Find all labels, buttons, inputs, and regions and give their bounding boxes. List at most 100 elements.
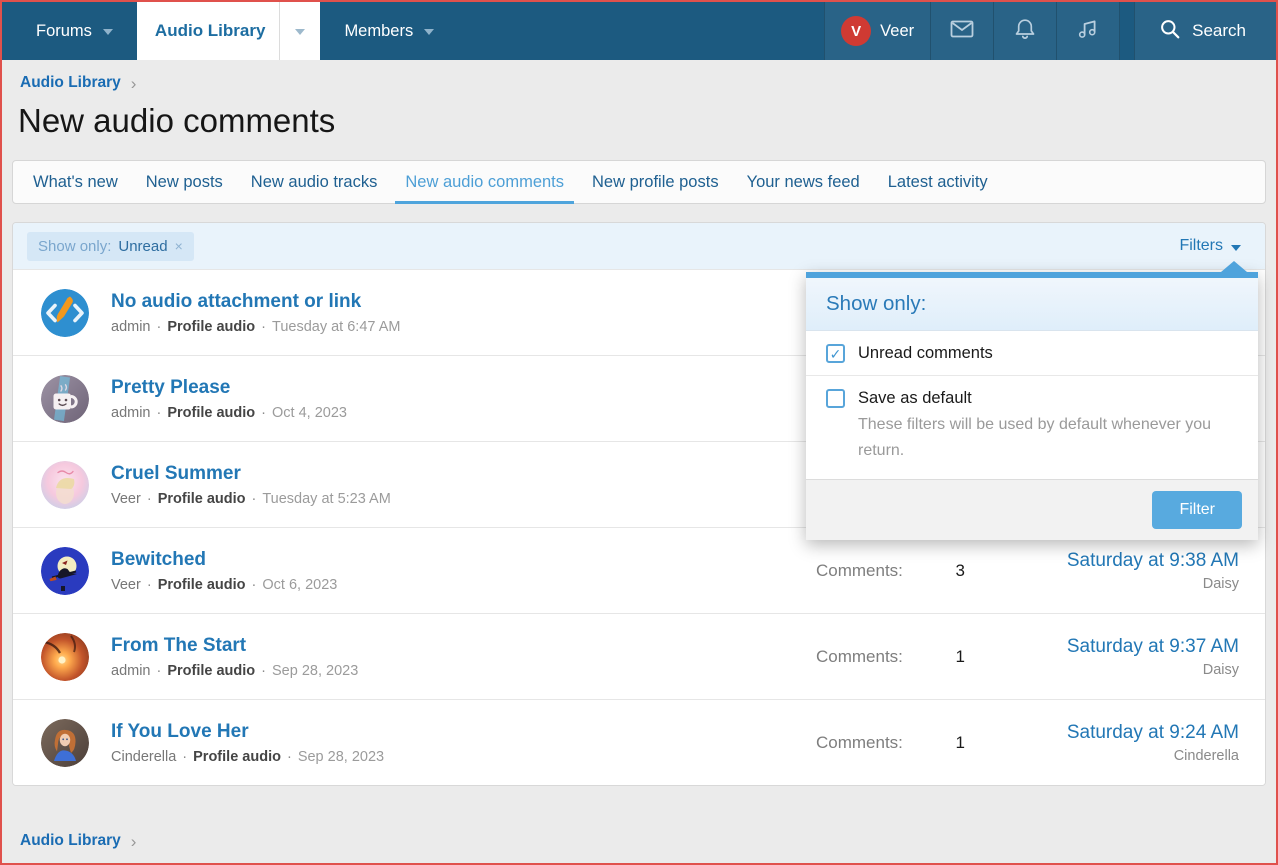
filters-toggle[interactable]: Filters bbox=[1179, 237, 1241, 255]
search-button[interactable]: Search bbox=[1134, 2, 1276, 60]
thread-date[interactable]: Oct 6, 2023 bbox=[262, 577, 337, 593]
comments-count: 3 bbox=[956, 561, 965, 581]
chevron-down-icon bbox=[424, 29, 434, 35]
thread-title-link[interactable]: If You Love Her bbox=[111, 721, 249, 743]
tab-new-profile-posts[interactable]: New profile posts bbox=[578, 161, 733, 203]
thread-date[interactable]: Tuesday at 6:47 AM bbox=[272, 319, 400, 335]
thread-date[interactable]: Tuesday at 5:23 AM bbox=[262, 491, 390, 507]
thread-summary: If You Love Her Cinderella · Profile aud… bbox=[111, 721, 816, 765]
category-link[interactable]: Profile audio bbox=[167, 319, 255, 335]
thread-date[interactable]: Oct 4, 2023 bbox=[272, 405, 347, 421]
last-reply-block: Saturday at 9:38 AM Daisy bbox=[1001, 550, 1239, 592]
nav-tabs-group: Forums Audio Library Members bbox=[2, 2, 458, 60]
thread-title-link[interactable]: From The Start bbox=[111, 635, 246, 657]
category-link[interactable]: Profile audio bbox=[193, 749, 281, 765]
comments-label: Comments: bbox=[816, 733, 903, 753]
last-reply-date-link[interactable]: Saturday at 9:37 AM bbox=[1001, 636, 1239, 658]
save-default-label: Save as default bbox=[858, 389, 972, 408]
last-reply-date-link[interactable]: Saturday at 9:24 AM bbox=[1001, 722, 1239, 744]
thread-title-link[interactable]: No audio attachment or link bbox=[111, 291, 361, 313]
breadcrumb: Audio Library › bbox=[20, 74, 1276, 92]
remove-filter-icon[interactable]: × bbox=[175, 238, 183, 254]
meta-dot: · bbox=[261, 405, 266, 421]
meta-dot: · bbox=[252, 577, 257, 593]
author-link[interactable]: admin bbox=[111, 405, 151, 421]
nav-members-label: Members bbox=[344, 22, 413, 41]
nav-forums-label: Forums bbox=[36, 22, 92, 41]
pastel-clouds-avatar[interactable] bbox=[41, 461, 89, 509]
last-reply-block: Saturday at 9:24 AM Cinderella bbox=[1001, 722, 1239, 764]
comments-count-block: Comments: 3 bbox=[816, 561, 1001, 581]
mail-icon bbox=[950, 19, 974, 44]
nav-audio-library-menu-toggle[interactable] bbox=[279, 2, 320, 60]
conversations-button[interactable] bbox=[930, 2, 993, 60]
author-link[interactable]: Veer bbox=[111, 577, 141, 593]
save-default-option[interactable]: Save as default bbox=[806, 375, 1258, 410]
meta-dot: · bbox=[157, 663, 162, 679]
user-menu[interactable]: V Veer bbox=[824, 2, 930, 60]
nav-audio-library-label[interactable]: Audio Library bbox=[137, 2, 280, 60]
active-filter-pill[interactable]: Show only: Unread × bbox=[27, 232, 194, 261]
breadcrumb-bottom: Audio Library › bbox=[20, 832, 1276, 850]
tab-whats-new[interactable]: What's new bbox=[19, 161, 132, 203]
thread-summary: From The Start admin · Profile audio · S… bbox=[111, 635, 816, 679]
checkbox-unchecked-icon[interactable] bbox=[826, 389, 845, 408]
code-brush-avatar[interactable] bbox=[41, 289, 89, 337]
thread-date[interactable]: Sep 28, 2023 bbox=[272, 663, 358, 679]
sunset-avatar[interactable] bbox=[41, 633, 89, 681]
comments-label: Comments: bbox=[816, 647, 903, 667]
filter-strip: Show only: Unread × Filters bbox=[13, 223, 1265, 269]
princess-avatar[interactable] bbox=[41, 719, 89, 767]
save-default-description: These filters will be used by default wh… bbox=[858, 412, 1234, 463]
tab-new-posts[interactable]: New posts bbox=[132, 161, 237, 203]
list-item: From The Start admin · Profile audio · S… bbox=[13, 613, 1265, 699]
audio-library-quick-button[interactable] bbox=[1056, 2, 1120, 60]
save-default-option-block: Save as default These filters will be us… bbox=[806, 375, 1258, 463]
author-link[interactable]: Cinderella bbox=[111, 749, 176, 765]
checkbox-checked-icon[interactable]: ✓ bbox=[826, 344, 845, 363]
smiley-mug-avatar[interactable] bbox=[41, 375, 89, 423]
search-label: Search bbox=[1192, 21, 1246, 41]
comments-count: 1 bbox=[956, 733, 965, 753]
tab-new-audio-comments[interactable]: New audio comments bbox=[391, 161, 578, 203]
chevron-down-icon bbox=[295, 29, 305, 35]
thread-date[interactable]: Sep 28, 2023 bbox=[298, 749, 384, 765]
meta-dot: · bbox=[157, 405, 162, 421]
nav-item-audio-library: Audio Library bbox=[137, 2, 321, 60]
nav-item-forums[interactable]: Forums bbox=[2, 2, 137, 60]
last-reply-user: Daisy bbox=[1001, 576, 1239, 592]
last-reply-user: Cinderella bbox=[1001, 748, 1239, 764]
category-link[interactable]: Profile audio bbox=[158, 577, 246, 593]
whats-new-tab-bar: What's new New posts New audio tracks Ne… bbox=[12, 160, 1266, 204]
page-title: New audio comments bbox=[18, 102, 1276, 140]
thread-title-link[interactable]: Bewitched bbox=[111, 549, 206, 571]
meta-dot: · bbox=[157, 319, 162, 335]
filter-pill-label: Show only: bbox=[38, 238, 111, 255]
tab-your-news-feed[interactable]: Your news feed bbox=[733, 161, 874, 203]
nav-user-group: V Veer Search bbox=[824, 2, 1276, 60]
comments-count-block: Comments: 1 bbox=[816, 733, 1001, 753]
thread-title-link[interactable]: Cruel Summer bbox=[111, 463, 241, 485]
category-link[interactable]: Profile audio bbox=[167, 663, 255, 679]
author-link[interactable]: admin bbox=[111, 319, 151, 335]
category-link[interactable]: Profile audio bbox=[158, 491, 246, 507]
breadcrumb-audio-library-link[interactable]: Audio Library bbox=[20, 832, 121, 850]
tab-latest-activity[interactable]: Latest activity bbox=[874, 161, 1002, 203]
author-link[interactable]: Veer bbox=[111, 491, 141, 507]
comments-label: Comments: bbox=[816, 561, 903, 581]
thread-meta: admin · Profile audio · Sep 28, 2023 bbox=[111, 663, 816, 679]
category-link[interactable]: Profile audio bbox=[167, 405, 255, 421]
tab-new-audio-tracks[interactable]: New audio tracks bbox=[237, 161, 392, 203]
author-link[interactable]: admin bbox=[111, 663, 151, 679]
unread-comments-option[interactable]: ✓ Unread comments bbox=[806, 331, 1258, 375]
thread-title-link[interactable]: Pretty Please bbox=[111, 377, 230, 399]
nav-item-members[interactable]: Members bbox=[320, 2, 458, 60]
alerts-button[interactable] bbox=[993, 2, 1056, 60]
dropdown-caret-icon bbox=[1221, 261, 1247, 272]
last-reply-date-link[interactable]: Saturday at 9:38 AM bbox=[1001, 550, 1239, 572]
list-item: If You Love Her Cinderella · Profile aud… bbox=[13, 699, 1265, 785]
witch-moon-avatar[interactable] bbox=[41, 547, 89, 595]
meta-dot: · bbox=[182, 749, 187, 765]
filter-submit-button[interactable]: Filter bbox=[1152, 491, 1242, 529]
breadcrumb-audio-library-link[interactable]: Audio Library bbox=[20, 74, 121, 92]
